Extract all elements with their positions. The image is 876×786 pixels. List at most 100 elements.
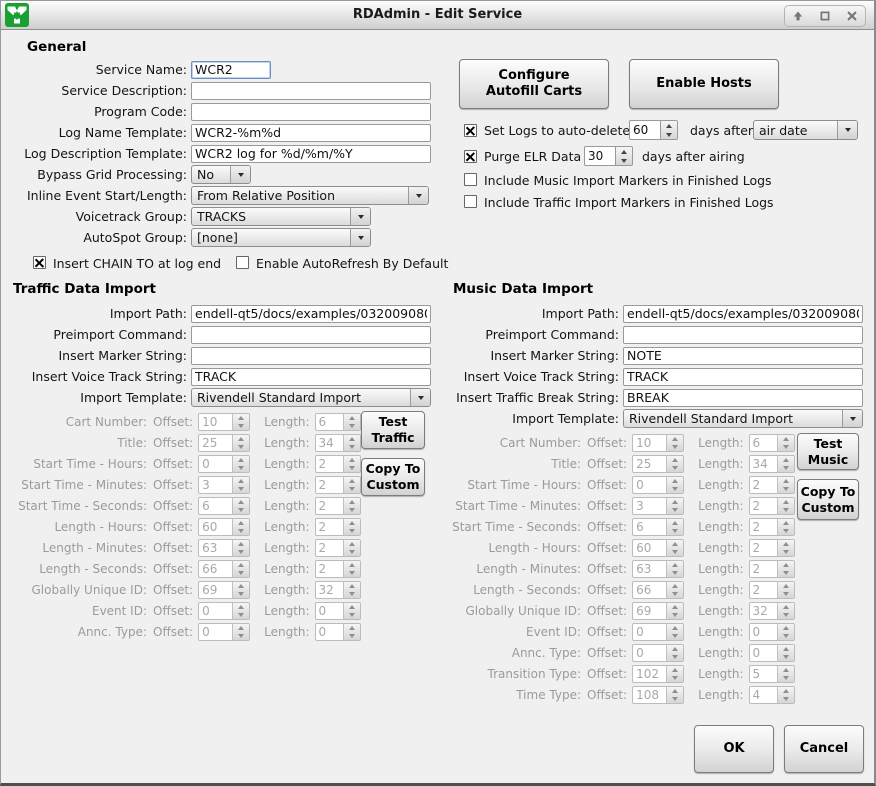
music-preimport-input[interactable] (623, 326, 863, 344)
autospot-group-combobox[interactable]: [none] (191, 228, 371, 247)
spinner-arrows (666, 435, 683, 451)
offset-label: Offset: (587, 457, 627, 471)
length-label: Length: (698, 604, 743, 618)
length-label: Length: (698, 499, 743, 513)
shade-button[interactable] (785, 10, 812, 22)
offset-length-row: Event ID: Offset: 0 Length: 0 (445, 621, 795, 642)
offset-label: Offset: (587, 478, 627, 492)
auto-delete-basis-combobox[interactable]: air date (753, 120, 858, 140)
field-name-label: Length - Seconds: (445, 583, 581, 597)
auto-delete-checkbox[interactable] (464, 124, 477, 137)
purge-elr-days-spinbox[interactable]: 30 (584, 146, 633, 166)
bypass-grid-combobox[interactable]: No (191, 165, 251, 184)
log-description-template-input[interactable] (191, 145, 431, 163)
offset-length-row: Transition Type: Offset: 102 Length: 5 (445, 663, 795, 684)
music-import-path-input[interactable] (623, 305, 863, 323)
offset-label: Offset: (153, 625, 193, 639)
music-insert-traffic-break-label: Insert Traffic Break String: (445, 390, 619, 405)
spinner-arrows (666, 624, 683, 640)
length-spinbox: 2 (749, 518, 795, 536)
music-offset-table: Cart Number: Offset: 10 Length: 6 Title:… (445, 432, 795, 705)
maximize-button[interactable] (812, 10, 839, 22)
length-label: Length: (264, 478, 309, 492)
music-insert-voice-track-input[interactable] (623, 368, 863, 386)
offset-label: Offset: (153, 457, 193, 471)
offset-length-row: Length - Hours: Offset: 60 Length: 2 (11, 516, 361, 537)
chevron-down-icon (842, 410, 862, 427)
log-name-template-input[interactable] (191, 124, 431, 142)
spinner-arrows[interactable] (615, 147, 632, 165)
include-music-markers-checkbox[interactable] (464, 173, 477, 186)
cancel-button[interactable]: Cancel (784, 725, 864, 773)
enable-hosts-button[interactable]: Enable Hosts (629, 59, 779, 109)
program-code-input[interactable] (191, 103, 431, 121)
auto-delete-days-spinbox[interactable]: 60 (629, 120, 678, 140)
close-button[interactable] (838, 10, 865, 22)
offset-spinbox: 69 (632, 602, 684, 620)
traffic-insert-marker-input[interactable] (191, 347, 431, 365)
titlebar[interactable]: RDAdmin - Edit Service (1, 1, 874, 30)
insert-chain-checkbox[interactable] (33, 256, 46, 269)
ok-button[interactable]: OK (694, 725, 774, 773)
test-traffic-button[interactable]: Test Traffic (361, 411, 425, 449)
offset-spinbox: 10 (632, 434, 684, 452)
offset-spinbox: 63 (632, 560, 684, 578)
offset-length-row: Start Time - Hours: Offset: 0 Length: 2 (445, 474, 795, 495)
include-traffic-markers-label: Include Traffic Import Markers in Finish… (484, 194, 774, 211)
purge-elr-checkbox[interactable] (464, 150, 477, 163)
music-insert-marker-input[interactable] (623, 347, 863, 365)
service-description-input[interactable] (191, 82, 431, 100)
field-name-label: Length - Minutes: (11, 541, 147, 555)
log-description-template-row: Log Description Template: (11, 143, 435, 164)
test-music-button[interactable]: Test Music (797, 433, 859, 470)
spinner-arrows (343, 435, 360, 451)
traffic-insert-voice-track-input[interactable] (191, 368, 431, 386)
spinner-arrows (777, 624, 794, 640)
offset-spinbox: 60 (198, 518, 250, 536)
spinner-arrows (777, 603, 794, 619)
music-copy-to-custom-button[interactable]: Copy To Custom (797, 479, 859, 520)
include-traffic-markers-checkbox[interactable] (464, 195, 477, 208)
offset-label: Offset: (153, 562, 193, 576)
traffic-import-template-combobox[interactable]: Rivendell Standard Import (191, 388, 431, 407)
length-spinbox: 2 (315, 476, 361, 494)
spinner-arrows (666, 456, 683, 472)
spinner-arrows (232, 477, 249, 493)
inline-event-combobox[interactable]: From Relative Position (191, 186, 429, 205)
offset-length-row: Event ID: Offset: 0 Length: 0 (11, 600, 361, 621)
length-spinbox: 32 (315, 581, 361, 599)
spinner-arrows (777, 477, 794, 493)
music-section-title: Music Data Import (453, 281, 593, 297)
offset-label: Offset: (153, 436, 193, 450)
spinner-arrows (777, 687, 794, 703)
traffic-import-path-input[interactable] (191, 305, 431, 323)
offset-length-row: Start Time - Seconds: Offset: 6 Length: … (11, 495, 361, 516)
days-after-label: days after (690, 122, 753, 139)
traffic-section-title: Traffic Data Import (13, 281, 156, 297)
include-traffic-markers-row: Include Traffic Import Markers in Finish… (441, 192, 876, 214)
length-spinbox: 2 (315, 539, 361, 557)
music-import-template-combobox[interactable]: Rivendell Standard Import (623, 409, 863, 428)
music-insert-traffic-break-input[interactable] (623, 389, 863, 407)
field-name-label: Start Time - Hours: (11, 457, 147, 471)
offset-spinbox: 6 (632, 518, 684, 536)
length-label: Length: (698, 436, 743, 450)
offset-length-row: Length - Minutes: Offset: 63 Length: 2 (445, 558, 795, 579)
service-description-row: Service Description: (11, 80, 435, 101)
traffic-preimport-input[interactable] (191, 326, 431, 344)
auto-delete-label: Set Logs to auto-delete (484, 122, 630, 139)
enable-autorefresh-checkbox[interactable] (236, 256, 249, 269)
spinner-arrows (666, 603, 683, 619)
service-name-input[interactable] (191, 61, 271, 79)
voicetrack-group-combobox[interactable]: TRACKS (191, 207, 371, 226)
length-spinbox: 6 (749, 434, 795, 452)
length-spinbox: 0 (315, 602, 361, 620)
traffic-copy-to-custom-button[interactable]: Copy To Custom (361, 458, 425, 496)
spinner-arrows[interactable] (660, 121, 677, 139)
offset-spinbox: 3 (198, 476, 250, 494)
music-import-path-row: Import Path: (445, 303, 867, 324)
field-name-label: Start Time - Seconds: (11, 499, 147, 513)
length-spinbox: 2 (315, 455, 361, 473)
configure-autofill-carts-button[interactable]: Configure Autofill Carts (459, 59, 609, 109)
log-name-template-row: Log Name Template: (11, 122, 435, 143)
